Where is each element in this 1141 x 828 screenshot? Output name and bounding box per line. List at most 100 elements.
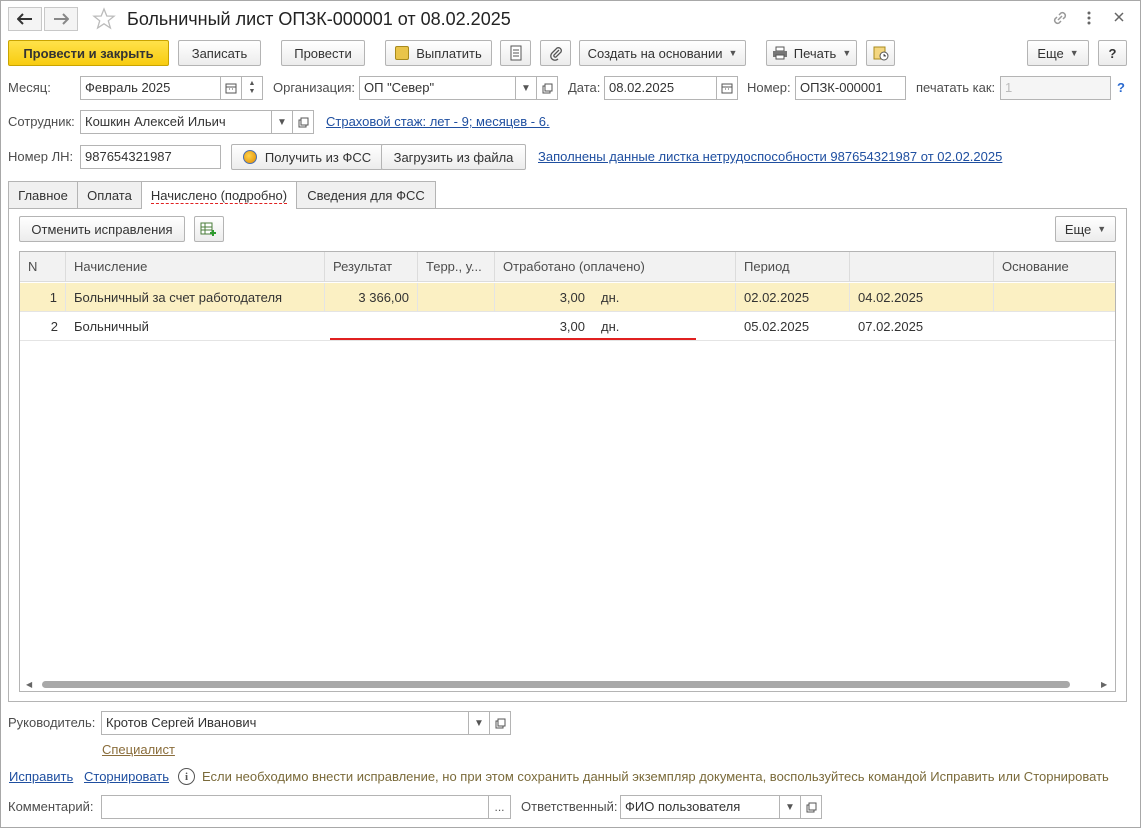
- date-field[interactable]: 08.02.2025: [604, 76, 717, 100]
- stepper-up-icon[interactable]: ▲: [249, 80, 256, 88]
- scroll-left-icon[interactable]: ◀: [26, 680, 32, 689]
- row-result[interactable]: 3 366,00: [325, 283, 418, 312]
- column-header-accrual[interactable]: Начисление: [66, 252, 325, 282]
- row-result[interactable]: [325, 312, 418, 341]
- organization-open-button[interactable]: [536, 76, 558, 100]
- chevron-down-icon: ▼: [277, 116, 287, 128]
- row-territory[interactable]: [418, 312, 495, 341]
- comment-expand-button[interactable]: ...: [488, 795, 511, 819]
- month-field[interactable]: Февраль 2025: [80, 76, 221, 100]
- paperclip-icon: [549, 47, 562, 61]
- forward-button[interactable]: [44, 7, 78, 31]
- row-basis[interactable]: [994, 283, 1115, 312]
- load-from-file-button[interactable]: Загрузить из файла: [381, 144, 526, 170]
- responsible-field[interactable]: ФИО пользователя: [620, 795, 780, 819]
- row-number: 2: [50, 319, 58, 334]
- more-button[interactable]: Еще ▼: [1027, 40, 1089, 66]
- tab-accrued-detailed[interactable]: Начислено (подробно): [141, 181, 297, 209]
- stepper-down-icon[interactable]: ▼: [249, 88, 256, 96]
- month-stepper[interactable]: ▲ ▼: [241, 76, 263, 100]
- add-row-button[interactable]: [194, 216, 224, 242]
- chevron-down-icon: ▼: [1069, 48, 1079, 58]
- column-header-period-end[interactable]: [850, 252, 994, 282]
- table-row[interactable]: 1 Больничный за счет работодателя 3 366,…: [20, 283, 1115, 312]
- head-dropdown-button[interactable]: ▼: [468, 711, 490, 735]
- accruals-table: N Начисление Результат Терр., у... Отраб…: [19, 251, 1116, 692]
- storno-link[interactable]: Сторнировать: [84, 765, 169, 789]
- column-header-period[interactable]: Период: [736, 252, 850, 282]
- employee-label: Сотрудник:: [8, 114, 75, 129]
- tab-payment[interactable]: Оплата: [77, 181, 142, 208]
- column-header-territory[interactable]: Терр., у...: [418, 252, 495, 282]
- post-and-close-button[interactable]: Провести и закрыть: [8, 40, 169, 66]
- ln-number-field[interactable]: 987654321987: [80, 145, 221, 169]
- print-button[interactable]: Печать ▼: [766, 40, 857, 66]
- arrow-left-icon: [17, 13, 32, 25]
- cancel-corrections-button[interactable]: Отменить исправления: [19, 216, 185, 242]
- horizontal-scrollbar[interactable]: [42, 681, 1070, 688]
- insurance-experience-link[interactable]: Страховой стаж: лет - 9; месяцев - 6.: [326, 110, 550, 134]
- date-calendar-button[interactable]: [716, 76, 738, 100]
- organization-dropdown-button[interactable]: ▼: [515, 76, 537, 100]
- row-period-from[interactable]: 05.02.2025: [736, 312, 850, 341]
- responsible-open-button[interactable]: [800, 795, 822, 819]
- row-territory[interactable]: [418, 283, 495, 312]
- table-row[interactable]: 2 Больничный 3,00 дн. 05.02.2025 07.02.2…: [20, 312, 1115, 341]
- head-field[interactable]: Кротов Сергей Иванович: [101, 711, 469, 735]
- more-vertical-icon[interactable]: [1086, 10, 1092, 29]
- column-header-result[interactable]: Результат: [325, 252, 418, 282]
- get-from-fss-button[interactable]: Получить из ФСС: [231, 144, 383, 170]
- register-button[interactable]: [500, 40, 531, 66]
- specialist-link[interactable]: Специалист: [102, 738, 175, 762]
- back-button[interactable]: [8, 7, 42, 31]
- row-worked[interactable]: 3,00: [495, 283, 593, 312]
- scroll-right-icon[interactable]: ▶: [1101, 680, 1107, 689]
- row-worked[interactable]: 3,00: [495, 312, 593, 341]
- pay-button[interactable]: Выплатить: [385, 40, 492, 66]
- number-field[interactable]: ОПЗК-000001: [795, 76, 906, 100]
- schedule-button[interactable]: [866, 40, 895, 66]
- employee-dropdown-button[interactable]: ▼: [271, 110, 293, 134]
- panel-more-button[interactable]: Еще ▼: [1055, 216, 1116, 242]
- red-underline-annotation: [330, 338, 696, 340]
- head-label: Руководитель:: [8, 715, 96, 730]
- post-button[interactable]: Провести: [281, 40, 365, 66]
- calendar-icon: [721, 83, 733, 94]
- fix-link[interactable]: Исправить: [9, 765, 73, 789]
- close-icon[interactable]: [1113, 11, 1125, 26]
- row-period-to[interactable]: 04.02.2025: [850, 283, 994, 312]
- employee-field[interactable]: Кошкин Алексей Ильич: [80, 110, 272, 134]
- head-open-button[interactable]: [489, 711, 511, 735]
- comment-field[interactable]: [101, 795, 489, 819]
- responsible-dropdown-button[interactable]: ▼: [779, 795, 801, 819]
- month-calendar-button[interactable]: [220, 76, 242, 100]
- row-accrual[interactable]: Больничный: [66, 312, 325, 341]
- link-icon[interactable]: [1051, 9, 1069, 30]
- ln-data-filled-link[interactable]: Заполнены данные листка нетрудоспособнос…: [538, 145, 1002, 169]
- list-document-icon: [510, 45, 521, 61]
- help-button[interactable]: ?: [1098, 40, 1127, 66]
- row-basis[interactable]: [994, 312, 1115, 341]
- favorite-star-icon[interactable]: [92, 7, 116, 34]
- row-period-from[interactable]: 02.02.2025: [736, 283, 850, 312]
- attach-button[interactable]: [540, 40, 571, 66]
- document-title: Больничный лист ОПЗК-000001 от 08.02.202…: [127, 9, 511, 29]
- open-window-icon: [495, 718, 505, 728]
- help-question-icon[interactable]: ?: [1117, 80, 1125, 95]
- arrow-right-icon: [54, 13, 69, 25]
- column-header-basis[interactable]: Основание: [994, 252, 1115, 282]
- create-based-on-button[interactable]: Создать на основании ▼: [579, 40, 746, 66]
- column-header-n[interactable]: N: [20, 252, 66, 282]
- tab-main[interactable]: Главное: [8, 181, 78, 208]
- employee-open-button[interactable]: [292, 110, 314, 134]
- save-button[interactable]: Записать: [178, 40, 261, 66]
- print-as-label: печатать как:: [916, 80, 996, 95]
- row-accrual[interactable]: Больничный за счет работодателя: [66, 283, 325, 312]
- row-period-to[interactable]: 07.02.2025: [850, 312, 994, 341]
- tab-fss-info[interactable]: Сведения для ФСС: [296, 181, 436, 208]
- organization-field[interactable]: ОП "Север": [359, 76, 516, 100]
- date-label: Дата:: [568, 80, 601, 95]
- pay-label: Выплатить: [416, 45, 482, 61]
- more-label: Еще: [1037, 45, 1064, 61]
- column-header-worked[interactable]: Отработано (оплачено): [495, 252, 736, 282]
